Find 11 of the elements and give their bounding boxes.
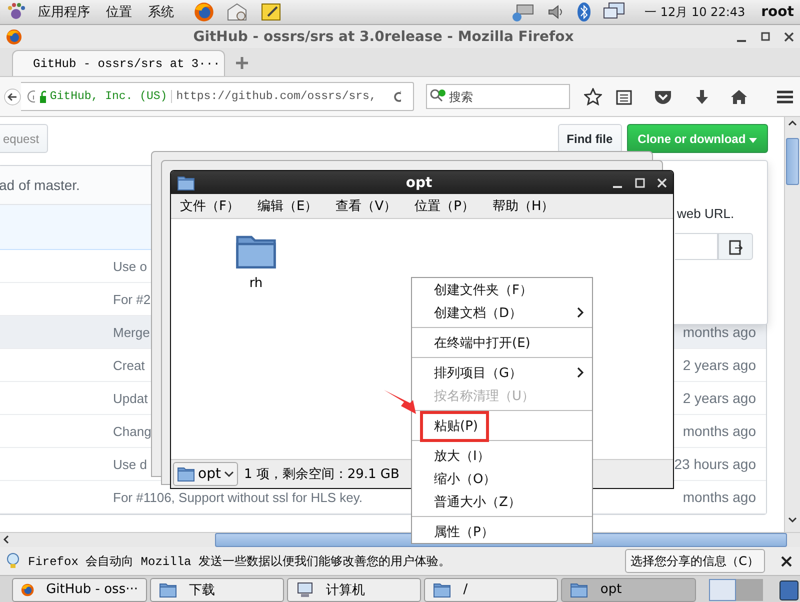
commit-age: months ago: [682, 489, 756, 505]
commit-age: months ago: [682, 324, 756, 340]
commit-age: 2 years ago: [682, 357, 756, 373]
commit-age: months ago: [682, 423, 756, 439]
status-text: 1 项，剩余空间：29.1 GB: [244, 466, 400, 483]
commit-age: 2 years ago: [682, 390, 756, 406]
window-title: GitHub - ossrs/srs at 3.0release - Mozilla Firefox: [192, 28, 575, 44]
popup-text: web URL.: [677, 206, 734, 221]
window-title: opt: [404, 174, 434, 190]
commit-age: 23 hours ago: [674, 456, 756, 472]
notification-text: Firefox 会自动向 Mozilla 发送一些数据以便我们能够改善您的用户体验。: [28, 554, 452, 570]
